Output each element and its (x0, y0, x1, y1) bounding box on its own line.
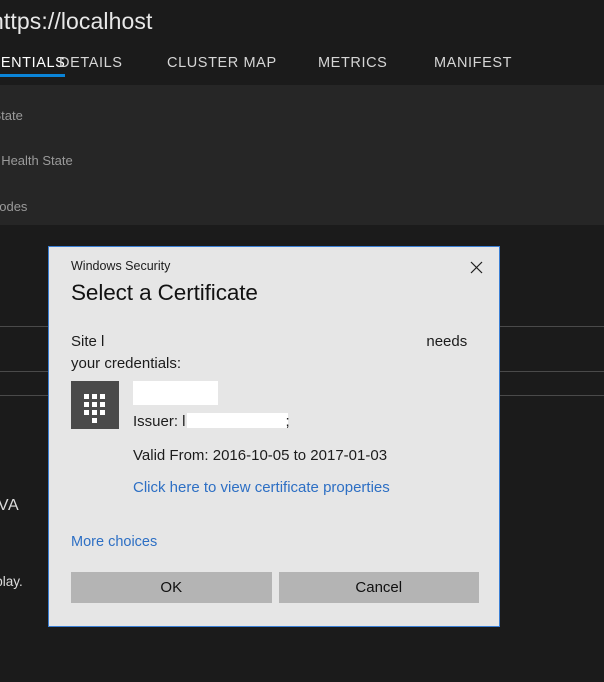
section-heading-unhealthy-evaluations: HY EVA (0, 497, 20, 514)
tab-strip: ESSENTIALS DETAILS CLUSTER MAP METRICS M… (0, 42, 604, 85)
certificate-issuer-redaction (186, 413, 288, 428)
tab-metrics[interactable]: METRICS (318, 42, 387, 85)
panel-row-health-state: th State (0, 108, 23, 123)
tab-cluster-map[interactable]: CLUSTER MAP (167, 42, 277, 85)
tab-metrics-label: METRICS (318, 55, 388, 71)
close-icon[interactable] (461, 253, 491, 281)
browser-url-bar[interactable]: https://localhost (0, 0, 604, 42)
certificate-grid-icon (71, 381, 119, 429)
tab-manifest-label: MANIFEST (434, 55, 513, 71)
dialog-app-title: Windows Security (71, 259, 171, 273)
screen-root: https://localhost ESSENTIALS DETAILS CLU… (0, 0, 604, 682)
url-text: https://localhost (0, 7, 153, 34)
certificate-issuer-label: Issuer: l (133, 413, 186, 430)
certificate-validity: Valid From: 2016-10-05 to 2017-01-03 (133, 447, 388, 464)
display-text: display. (0, 574, 23, 589)
dialog-button-row: OK Cancel (71, 572, 479, 603)
certificate-name-redaction (133, 381, 218, 405)
dialog-heading: Select a Certificate (71, 280, 258, 305)
dialog-prompt: Site l needs your credentials: (71, 331, 481, 375)
certificate-issuer: Issuer: l; (133, 413, 290, 430)
tab-essentials[interactable]: ESSENTIALS (0, 42, 66, 85)
cancel-button[interactable]: Cancel (278, 572, 479, 603)
ok-button[interactable]: OK (71, 572, 272, 603)
essentials-panel: th State ication Health State d Nodes (0, 85, 604, 225)
prompt-suffix: needs (426, 333, 468, 350)
tab-cluster-map-label: CLUSTER MAP (167, 55, 277, 71)
tab-essentials-label: ESSENTIALS (0, 55, 66, 71)
prompt-line2: your credentials: (71, 355, 182, 372)
panel-row-seed-nodes: d Nodes (0, 199, 28, 214)
more-choices-link[interactable]: More choices (71, 534, 157, 550)
tab-details[interactable]: DETAILS (59, 42, 123, 85)
tab-manifest[interactable]: MANIFEST (434, 42, 512, 85)
prompt-prefix: Site l (71, 333, 105, 350)
panel-row-application-health-state: ication Health State (0, 153, 73, 168)
certificate-issuer-suffix: ; (285, 413, 290, 430)
windows-security-dialog: Windows Security Select a Certificate Si… (48, 246, 500, 627)
tab-details-label: DETAILS (59, 55, 123, 71)
certificate-properties-link[interactable]: Click here to view certificate propertie… (133, 479, 390, 496)
